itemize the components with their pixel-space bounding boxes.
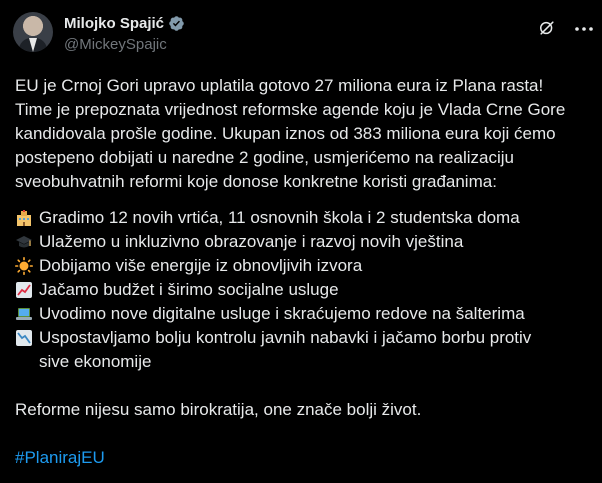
chart-decreasing-icon: [16, 330, 32, 346]
list-item: Uspostavljamo bolju kontrolu javnih naba…: [15, 326, 590, 374]
list-item: Gradimo 12 novih vrtića, 11 osnovnih ško…: [15, 206, 590, 230]
tweet-closing: Reforme nijesu samo birokratija, one zna…: [15, 400, 422, 419]
list-item: Uvodimo nove digitalne usluge i skraćuje…: [15, 302, 590, 326]
tweet-body: EU je Crnoj Gori upravo uplatila gotovo …: [15, 74, 590, 470]
list-item-text: Dobijamo više energije iz obnovljivih iz…: [39, 256, 363, 275]
hashtag-link[interactable]: #PlanirajEU: [15, 446, 590, 470]
more-options-icon[interactable]: [572, 17, 596, 41]
verified-badge-icon[interactable]: [168, 15, 185, 32]
author-handle[interactable]: @MickeySpajic: [64, 36, 167, 53]
chart-increasing-icon: [16, 282, 32, 298]
list-item-text: Uspostavljamo bolju kontrolu javnih naba…: [39, 328, 532, 371]
list-item-text: Uvodimo nove digitalne usluge i skraćuje…: [39, 304, 525, 323]
grok-icon[interactable]: [537, 18, 557, 38]
sun-icon: [15, 257, 33, 275]
list-item: Ulažemo u inkluzivno obrazovanje i razvo…: [15, 230, 590, 254]
list-item-text: Jačamo budžet i širimo socijalne usluge: [39, 280, 339, 299]
graduation-cap-icon: [16, 236, 32, 248]
list-item: Dobijamo više energije iz obnovljivih iz…: [15, 254, 590, 278]
author-name[interactable]: Milojko Spajić: [64, 15, 164, 32]
reform-list: Gradimo 12 novih vrtića, 11 osnovnih ško…: [15, 206, 590, 374]
list-item-text: Ulažemo u inkluzivno obrazovanje i razvo…: [39, 232, 464, 251]
list-item: Jačamo budžet i širimo socijalne usluge: [15, 278, 590, 302]
list-item-text: Gradimo 12 novih vrtića, 11 osnovnih ško…: [39, 208, 520, 227]
school-building-icon: [17, 210, 31, 226]
tweet-intro: EU je Crnoj Gori upravo uplatila gotovo …: [15, 76, 566, 191]
author-name-row: Milojko Spajić: [64, 15, 185, 32]
laptop-icon: [16, 308, 32, 320]
tweet-header: Milojko Spajić @MickeySpajic: [13, 12, 593, 58]
avatar[interactable]: [13, 12, 53, 52]
